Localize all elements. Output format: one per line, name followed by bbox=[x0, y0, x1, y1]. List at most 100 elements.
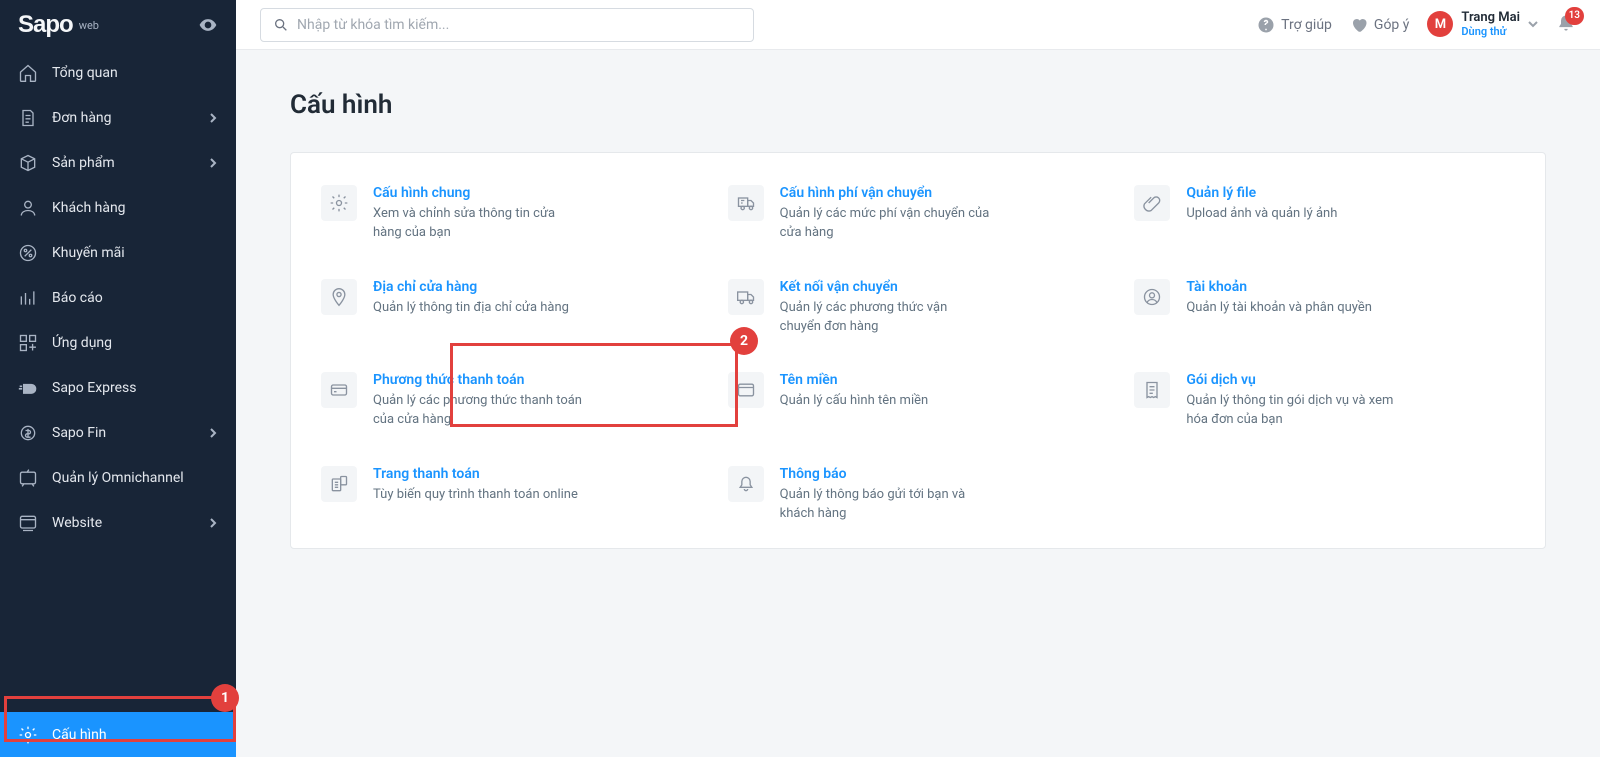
page-title: Cấu hình bbox=[290, 90, 1546, 120]
chart-icon bbox=[18, 288, 38, 308]
tile-desc: Quản lý thông báo gửi tới bạn và khách h… bbox=[780, 486, 990, 524]
tile-title: Kết nối vận chuyển bbox=[780, 279, 990, 295]
search-icon bbox=[273, 17, 289, 33]
tile-desc: Xem và chỉnh sửa thông tin cửa hàng của … bbox=[373, 205, 583, 243]
truck-icon bbox=[736, 287, 756, 307]
pin-icon bbox=[329, 287, 349, 307]
brand-name: Sapo bbox=[18, 11, 73, 39]
home-icon bbox=[18, 63, 38, 83]
sidebar-item-promotions[interactable]: Khuyến mãi bbox=[0, 230, 236, 275]
percent-icon bbox=[18, 243, 38, 263]
sidebar-item-fin[interactable]: Sapo Fin bbox=[0, 410, 236, 455]
notif-badge: 13 bbox=[1565, 7, 1584, 25]
tile-desc: Quản lý các phương thức vận chuyển đơn h… bbox=[780, 299, 990, 337]
tile-store-address[interactable]: Địa chỉ cửa hàng Quản lý thông tin địa ch… bbox=[317, 275, 706, 351]
tile-title: Cấu hình phí vận chuyển bbox=[780, 185, 990, 201]
sidebar-item-settings[interactable]: Cấu hình bbox=[0, 712, 236, 757]
tile-desc: Quản lý các mức phí vận chuyển của cửa h… bbox=[780, 205, 990, 243]
chevron-right-icon bbox=[208, 518, 218, 528]
apps-icon bbox=[18, 333, 38, 353]
sidebar-label: Sapo Express bbox=[52, 380, 137, 396]
tile-shipping-connect[interactable]: Kết nối vận chuyển Quản lý các phương thứ… bbox=[724, 275, 1113, 351]
sidebar-item-products[interactable]: Sản phẩm bbox=[0, 140, 236, 185]
tile-title: Địa chỉ cửa hàng bbox=[373, 279, 569, 295]
sidebar-label: Khuyến mãi bbox=[52, 245, 125, 261]
tile-files[interactable]: Quản lý file Upload ảnh và quản lý ảnh bbox=[1130, 181, 1519, 257]
tile-title: Trang thanh toán bbox=[373, 466, 578, 482]
tile-shipping-fee[interactable]: Cấu hình phí vận chuyển Quản lý các mức p… bbox=[724, 181, 1113, 257]
person-icon bbox=[18, 198, 38, 218]
feedback-label: Góp ý bbox=[1374, 17, 1409, 33]
tile-desc: Tùy biến quy trình thanh toán online bbox=[373, 486, 578, 505]
sidebar-item-customers[interactable]: Khách hàng bbox=[0, 185, 236, 230]
checkout-icon bbox=[329, 474, 349, 494]
sidebar-nav: Tổng quan Đơn hàng Sản phẩm Khách hàng K… bbox=[0, 50, 236, 712]
receipt-icon bbox=[1142, 380, 1162, 400]
settings-grid: Cấu hình chung Xem và chỉnh sửa thông tin… bbox=[290, 152, 1546, 549]
sidebar-label: Quản lý Omnichannel bbox=[52, 470, 184, 486]
sidebar-item-website[interactable]: Website bbox=[0, 500, 236, 545]
tile-title: Cấu hình chung bbox=[373, 185, 583, 201]
gear-icon bbox=[18, 725, 38, 745]
tile-title: Thông báo bbox=[780, 466, 990, 482]
sidebar-label: Sản phẩm bbox=[52, 155, 115, 171]
help-label: Trợ giúp bbox=[1281, 17, 1332, 33]
user-name: Trang Mai bbox=[1461, 11, 1520, 25]
gear-icon bbox=[329, 193, 349, 213]
shipping-fee-icon bbox=[736, 193, 756, 213]
tile-title: Tên miền bbox=[780, 372, 929, 388]
sidebar-item-apps[interactable]: Ứng dụng bbox=[0, 320, 236, 365]
tile-desc: Quản lý thông tin gói dịch vụ và xem hóa… bbox=[1186, 392, 1396, 430]
card-icon bbox=[329, 380, 349, 400]
tile-payment-methods[interactable]: Phương thức thanh toán Quản lý các phương… bbox=[317, 368, 706, 444]
avatar: M bbox=[1427, 11, 1453, 37]
sidebar-item-express[interactable]: Sapo Express bbox=[0, 365, 236, 410]
tile-title: Gói dịch vụ bbox=[1186, 372, 1396, 388]
account-icon bbox=[1142, 287, 1162, 307]
heart-icon bbox=[1350, 16, 1368, 34]
search-input[interactable] bbox=[297, 17, 741, 33]
sidebar-label: Ứng dụng bbox=[52, 335, 112, 351]
brand-logo[interactable]: Sapo web bbox=[0, 0, 236, 50]
sidebar-item-reports[interactable]: Báo cáo bbox=[0, 275, 236, 320]
sidebar-label: Cấu hình bbox=[52, 727, 107, 743]
main-content: Cấu hình Cấu hình chung Xem và chỉnh sửa … bbox=[236, 50, 1600, 757]
chevron-right-icon bbox=[208, 113, 218, 123]
browser-icon bbox=[736, 380, 756, 400]
tile-general[interactable]: Cấu hình chung Xem và chỉnh sửa thông tin… bbox=[317, 181, 706, 257]
tile-checkout[interactable]: Trang thanh toán Tùy biến quy trình thanh… bbox=[317, 462, 706, 538]
user-menu[interactable]: M Trang Mai Dùng thử bbox=[1427, 11, 1538, 38]
tile-title: Phương thức thanh toán bbox=[373, 372, 583, 388]
attachment-icon bbox=[1142, 193, 1162, 213]
tile-desc: Quản lý thông tin địa chỉ cửa hàng bbox=[373, 299, 569, 318]
bell-icon bbox=[736, 474, 756, 494]
tile-notifications[interactable]: Thông báo Quản lý thông báo gửi tới bạn v… bbox=[724, 462, 1113, 538]
sidebar-label: Tổng quan bbox=[52, 65, 118, 81]
notifications-button[interactable]: 13 bbox=[1556, 13, 1576, 37]
sidebar-item-omni[interactable]: Quản lý Omnichannel bbox=[0, 455, 236, 500]
sidebar-item-orders[interactable]: Đơn hàng bbox=[0, 95, 236, 140]
tile-desc: Quản lý cấu hình tên miền bbox=[780, 392, 929, 411]
topbar: Trợ giúp Góp ý M Trang Mai Dùng thử 13 bbox=[236, 0, 1600, 50]
tile-desc: Upload ảnh và quản lý ảnh bbox=[1186, 205, 1337, 224]
sidebar: Sapo web Tổng quan Đơn hàng Sản phẩm Khá… bbox=[0, 0, 236, 757]
sidebar-item-overview[interactable]: Tổng quan bbox=[0, 50, 236, 95]
feedback-link[interactable]: Góp ý bbox=[1350, 16, 1409, 34]
fin-icon bbox=[18, 423, 38, 443]
search-box[interactable] bbox=[260, 8, 754, 42]
eye-icon[interactable] bbox=[198, 15, 218, 35]
help-icon bbox=[1257, 16, 1275, 34]
chevron-down-icon bbox=[1528, 19, 1538, 29]
tile-account[interactable]: Tài khoảnQuản lý tài khoản và phân quyền bbox=[1130, 275, 1519, 351]
tile-title: Quản lý file bbox=[1186, 185, 1337, 201]
tile-plan[interactable]: Gói dịch vụ Quản lý thông tin gói dịch vụ… bbox=[1130, 368, 1519, 444]
tile-desc: Quản lý các phương thức thanh toán của c… bbox=[373, 392, 583, 430]
brand-sub: web bbox=[79, 19, 99, 32]
help-link[interactable]: Trợ giúp bbox=[1257, 16, 1332, 34]
sidebar-label: Đơn hàng bbox=[52, 110, 112, 126]
user-status: Dùng thử bbox=[1461, 25, 1520, 38]
tile-domain[interactable]: Tên miền Quản lý cấu hình tên miền bbox=[724, 368, 1113, 444]
tile-desc: Quản lý tài khoản và phân quyền bbox=[1186, 299, 1372, 318]
chevron-right-icon bbox=[208, 158, 218, 168]
sidebar-label: Báo cáo bbox=[52, 290, 103, 306]
